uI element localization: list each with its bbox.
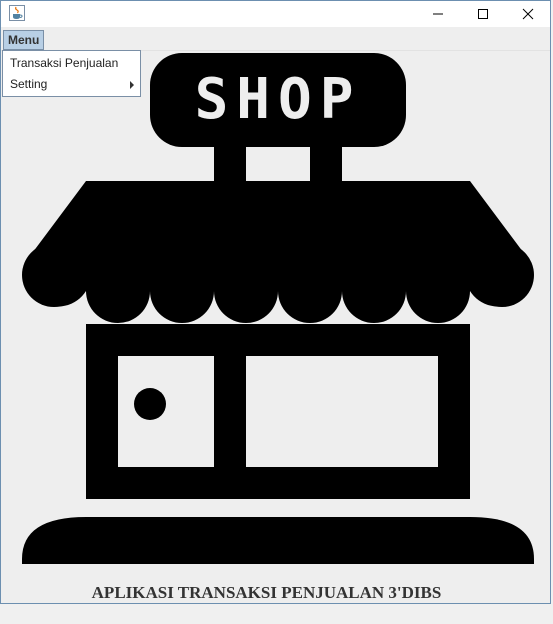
store-door [118, 356, 214, 467]
menu-item-setting[interactable]: Setting [3, 74, 140, 95]
submenu-arrow-icon [130, 81, 134, 89]
store-window [246, 356, 438, 467]
menu-item-label: Transaksi Penjualan [10, 56, 119, 70]
menu-item-label: Setting [10, 77, 48, 91]
app-footer-title: APLIKASI TRANSAKSI PENJUALAN 3'DIBS [91, 583, 442, 602]
store-base [22, 517, 534, 564]
sign-post-left [214, 141, 246, 183]
app-window: Menu SHOP Transaksi Penjualan Setting AP… [0, 0, 551, 604]
sign-post-right [310, 141, 342, 183]
shop-sign-text: SHOP [195, 67, 362, 132]
menu-item-transaksi-penjualan[interactable]: Transaksi Penjualan [3, 53, 140, 74]
menu-popup: Transaksi Penjualan Setting [2, 50, 141, 97]
door-knob [134, 388, 166, 420]
